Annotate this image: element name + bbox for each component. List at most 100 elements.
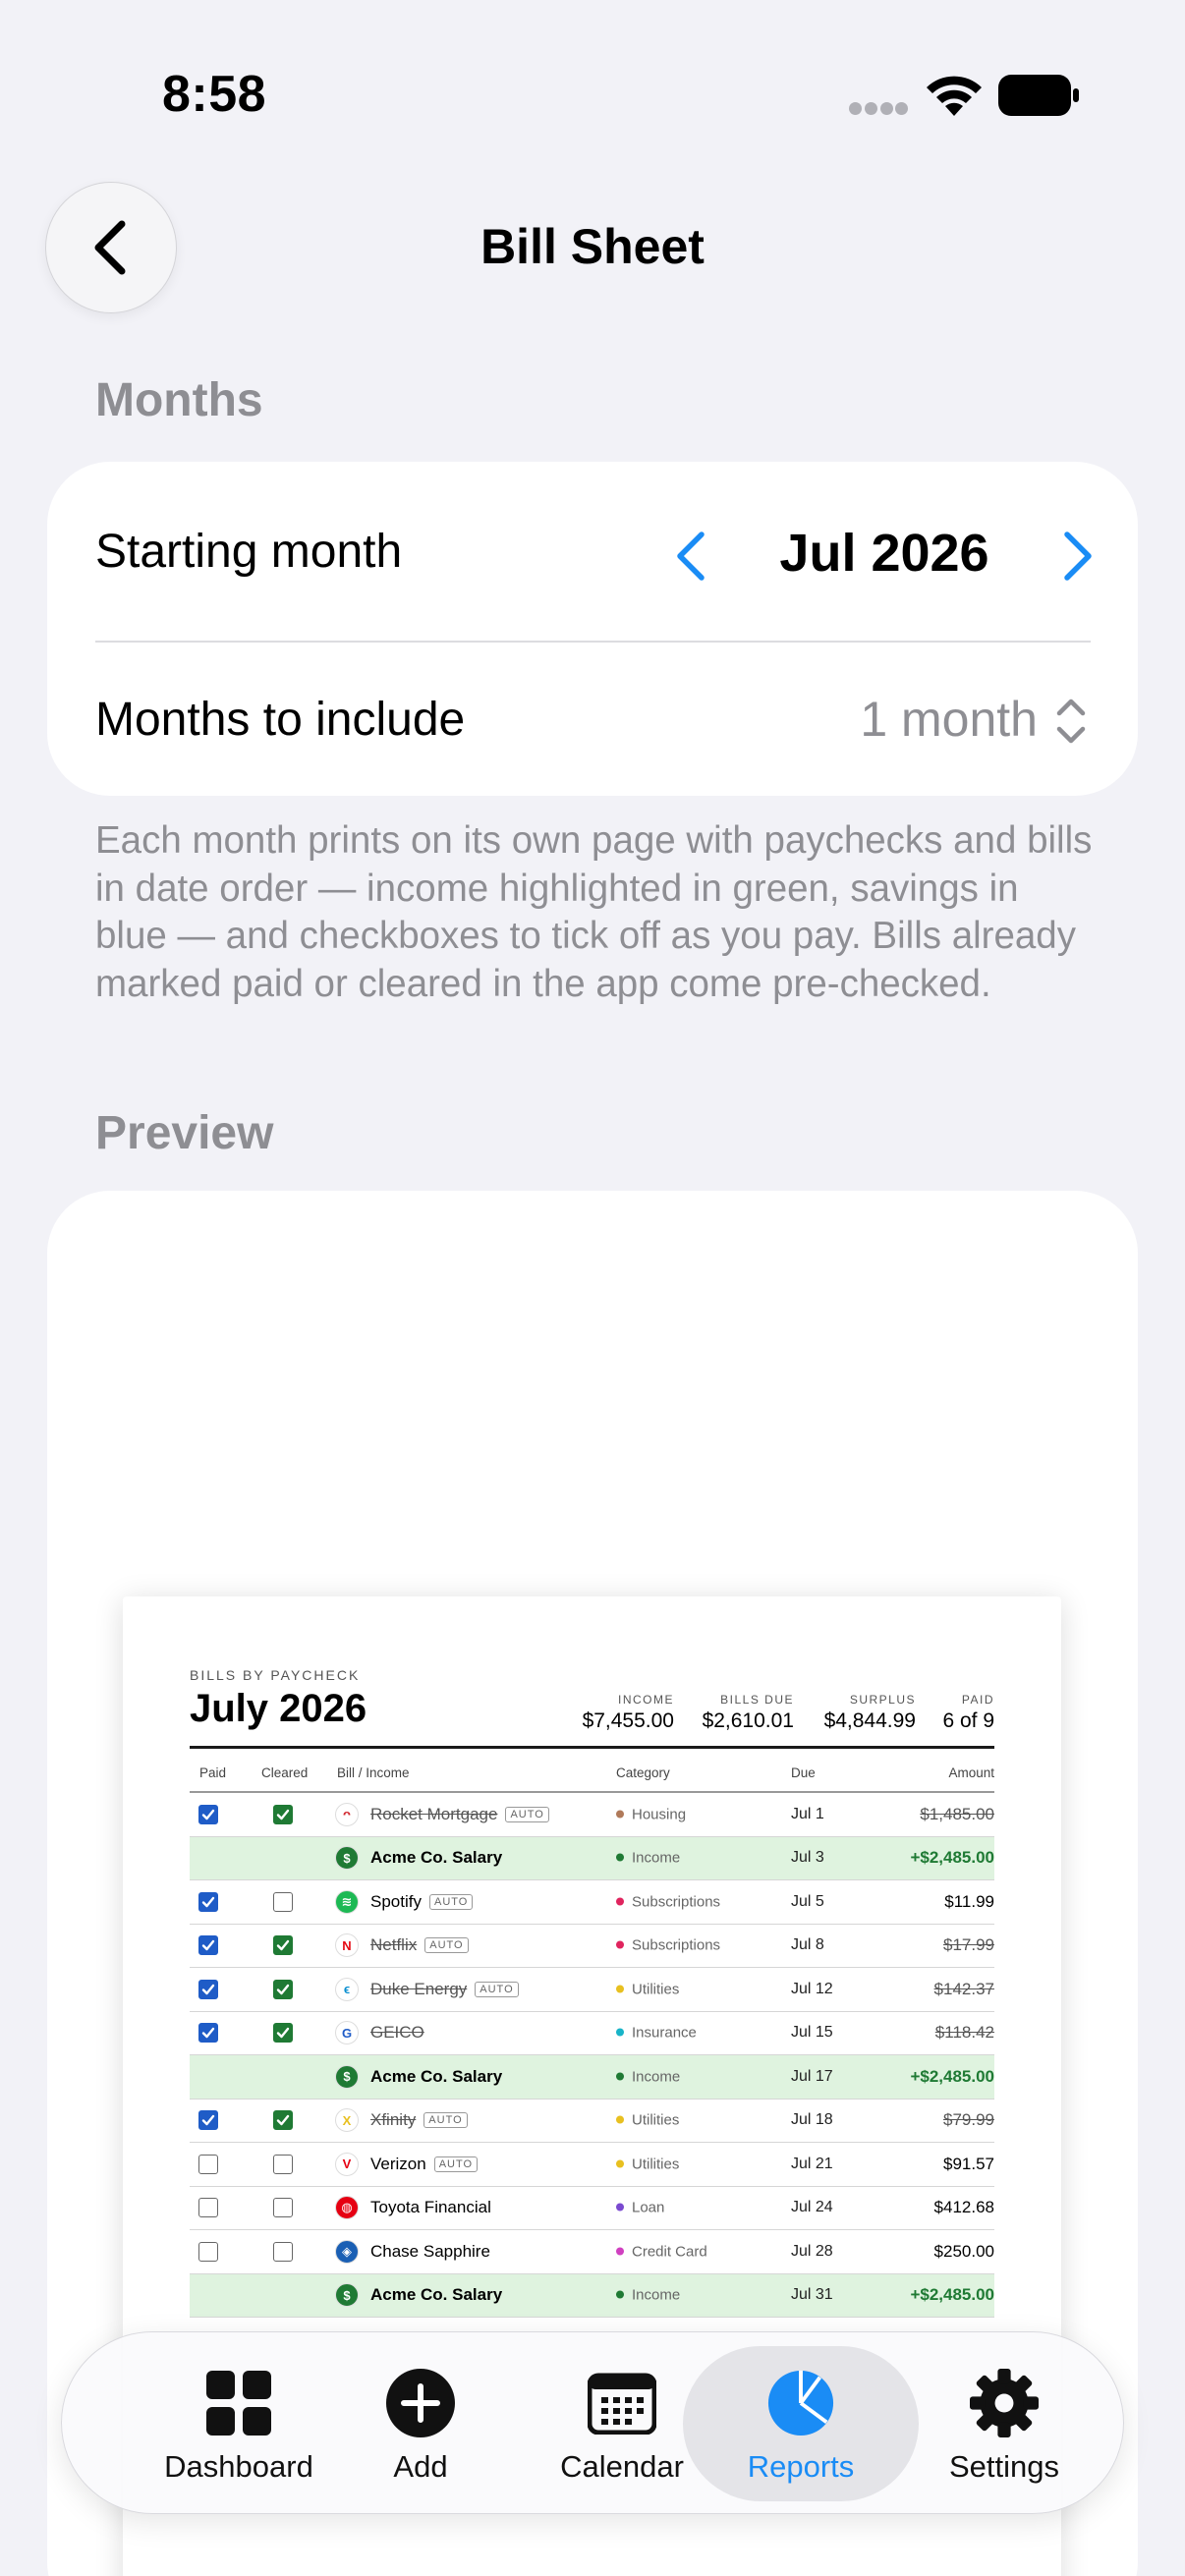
category: Income	[616, 2068, 680, 2085]
paid-checkbox[interactable]	[198, 2241, 218, 2262]
bill-row: N Netflix AUTO Subscriptions Jul 8 $17.99	[190, 1925, 994, 1968]
category: Income	[616, 2287, 680, 2304]
category-dot	[616, 1897, 624, 1906]
rocket-mortgage-logo: ᴖ	[335, 1802, 359, 1826]
description-text: Each month prints on its own page with p…	[95, 819, 1093, 1005]
cleared-checkbox[interactable]	[273, 2110, 293, 2131]
cleared-checkbox[interactable]	[273, 1804, 293, 1824]
cleared-checkbox[interactable]	[273, 1935, 293, 1956]
cleared-checkbox[interactable]	[273, 2154, 293, 2174]
bill-row: G GEICO Insurance Jul 15 $118.42	[190, 2012, 994, 2055]
bill-name: GEICO	[370, 2023, 424, 2043]
geico-logo: G	[335, 2021, 359, 2045]
amount: $79.99	[943, 2110, 994, 2130]
tab-calendar[interactable]: Calendar	[534, 2332, 710, 2515]
stat-surplus: SURPLUS $4,844.99	[823, 1693, 916, 1732]
months-to-include-label: Months to include	[95, 694, 466, 746]
cleared-checkbox[interactable]	[273, 2198, 293, 2218]
category-dot	[616, 2028, 624, 2037]
cleared-checkbox[interactable]	[273, 1979, 293, 1999]
bill-row: ≋ Spotify AUTO Subscriptions Jul 5 $11.99	[190, 1880, 994, 1925]
category: Loan	[616, 2200, 664, 2216]
previous-month-button[interactable]	[664, 527, 723, 586]
duke-energy-logo: ϵ	[335, 1977, 359, 2001]
toyota-logo: ◍	[335, 2196, 359, 2220]
income-row: $ Acme Co. Salary Income Jul 31 +$2,485.00	[190, 2273, 994, 2318]
battery-icon	[998, 75, 1079, 116]
category-dot	[616, 2115, 624, 2124]
column-cleared: Cleared	[261, 1765, 309, 1780]
dollar-icon: $	[335, 1846, 359, 1871]
paid-checkbox[interactable]	[198, 2110, 218, 2131]
amount: $412.68	[933, 2198, 994, 2217]
tab-bar: Dashboard Add Calendar Reports Settings	[61, 2331, 1124, 2514]
bill-name: Duke Energy AUTO	[370, 1980, 519, 1999]
chevron-up-down-icon[interactable]	[1051, 694, 1091, 749]
paid-checkbox[interactable]	[198, 1891, 218, 1912]
pie-chart-icon	[766, 2369, 835, 2437]
bill-name: Rocket Mortgage AUTO	[370, 1805, 549, 1824]
amount: $142.37	[933, 1979, 994, 1998]
column-bill: Bill / Income	[337, 1765, 410, 1780]
cleared-checkbox[interactable]	[273, 1891, 293, 1912]
chase-logo: ◈	[335, 2239, 359, 2264]
bill-row: X Xfinity AUTO Utilities Jul 18 $79.99	[190, 2100, 994, 2143]
amount: $1,485.00	[920, 1804, 994, 1823]
due-date: Jul 24	[791, 2199, 833, 2216]
due-date: Jul 17	[791, 2067, 833, 2085]
sheet-header-rule	[190, 1746, 994, 1749]
category-dot	[616, 1853, 624, 1862]
category-dot	[616, 2247, 624, 2256]
paid-checkbox[interactable]	[198, 2198, 218, 2218]
paid-checkbox[interactable]	[198, 1935, 218, 1956]
wifi-icon	[927, 76, 982, 116]
dollar-icon: $	[335, 2064, 359, 2089]
due-date: Jul 5	[791, 1892, 824, 1910]
tab-reports[interactable]: Reports	[710, 2332, 891, 2515]
grid-icon	[204, 2369, 273, 2437]
bill-name: Acme Co. Salary	[370, 2285, 503, 2305]
bill-row: ◍ Toyota Financial Loan Jul 24 $412.68	[190, 2187, 994, 2230]
cellular-signal-icon	[849, 102, 908, 116]
table-header: Paid Cleared Bill / Income Category Due …	[190, 1765, 994, 1785]
cleared-checkbox[interactable]	[273, 2241, 293, 2262]
income-row: $ Acme Co. Salary Income Jul 3 +$2,485.00	[190, 1836, 994, 1880]
due-date: Jul 18	[791, 2111, 833, 2129]
bill-row: ◈ Chase Sapphire Credit Card Jul 28 $250.00	[190, 2230, 994, 2274]
bill-table: ᴖ Rocket Mortgage AUTO Housing Jul 1 $1,485.0…	[190, 1793, 994, 2318]
column-due: Due	[791, 1765, 816, 1780]
stat-income: INCOME $7,455.00	[582, 1693, 674, 1732]
cleared-checkbox[interactable]	[273, 2023, 293, 2044]
tab-settings[interactable]: Settings	[911, 2332, 1098, 2515]
tab-add[interactable]: Add	[357, 2332, 484, 2515]
category: Income	[616, 1850, 680, 1867]
category: Utilities	[616, 2156, 679, 2172]
next-month-button[interactable]	[1045, 527, 1104, 586]
calendar-icon	[588, 2369, 656, 2437]
category-dot	[616, 2159, 624, 2168]
paid-checkbox[interactable]	[198, 2154, 218, 2174]
months-to-include-picker[interactable]: 1 month	[860, 691, 1038, 748]
bill-name: Acme Co. Salary	[370, 1848, 503, 1868]
stat-bills-due: BILLS DUE $2,610.01	[702, 1693, 794, 1732]
paid-checkbox[interactable]	[198, 1804, 218, 1824]
starting-month-value: Jul 2026	[779, 524, 989, 583]
auto-badge: AUTO	[475, 1981, 519, 1997]
due-date: Jul 21	[791, 2155, 833, 2172]
paid-checkbox[interactable]	[198, 1979, 218, 1999]
bill-row: ᴖ Rocket Mortgage AUTO Housing Jul 1 $1,485.0…	[190, 1793, 994, 1837]
amount: +$2,485.00	[910, 2066, 994, 2086]
spotify-logo: ≋	[335, 1889, 359, 1914]
amount: +$2,485.00	[910, 1848, 994, 1868]
months-card: Starting month Jul 2026 Months to includ…	[47, 462, 1138, 796]
auto-badge: AUTO	[433, 2156, 479, 2172]
due-date: Jul 12	[791, 1980, 833, 1997]
row-divider	[95, 641, 1091, 643]
tab-dashboard[interactable]: Dashboard	[141, 2332, 337, 2515]
paid-checkbox[interactable]	[198, 2023, 218, 2044]
category: Subscriptions	[616, 1893, 720, 1910]
due-date: Jul 3	[791, 1849, 824, 1867]
amount: $91.57	[943, 2154, 994, 2173]
auto-badge: AUTO	[428, 1893, 474, 1910]
category: Utilities	[616, 2112, 679, 2129]
